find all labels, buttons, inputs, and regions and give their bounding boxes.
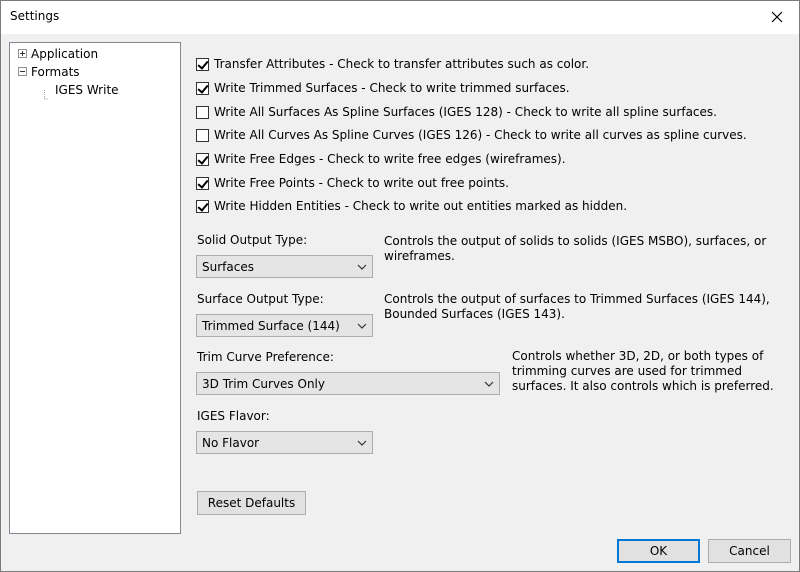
checkbox-free-points[interactable]: Write Free Points - Check to write out f…: [196, 174, 509, 192]
trim-curve-select[interactable]: 3D Trim Curves Only: [196, 372, 500, 395]
solid-output-select[interactable]: Surfaces: [196, 255, 373, 278]
checkbox-hidden-entities[interactable]: Write Hidden Entities - Check to write o…: [196, 197, 627, 215]
checkbox-box[interactable]: [196, 81, 209, 95]
checkbox-box[interactable]: [196, 128, 209, 142]
surface-output-select[interactable]: Trimmed Surface (144): [196, 314, 373, 337]
checkbox-box[interactable]: [196, 105, 209, 119]
tree-item-label: IGES Write: [55, 82, 119, 97]
chevron-down-icon: [352, 432, 372, 453]
tree-item-formats[interactable]: Formats: [18, 63, 80, 80]
checkbox-spline-curves[interactable]: Write All Curves As Spline Curves (IGES …: [196, 126, 747, 144]
trim-curve-description: Controls whether 3D, 2D, or both types o…: [512, 349, 774, 393]
trim-curve-label: Trim Curve Preference:: [197, 350, 334, 364]
checkbox-label: Write Free Points - Check to write out f…: [214, 176, 509, 190]
chevron-down-icon: [352, 315, 372, 336]
surface-output-description: Controls the output of surfaces to Trimm…: [384, 292, 770, 321]
chevron-down-icon: [352, 256, 372, 277]
collapse-icon[interactable]: [18, 67, 27, 76]
select-value: Trimmed Surface (144): [202, 318, 340, 333]
checkbox-free-edges[interactable]: Write Free Edges - Check to write free e…: [196, 150, 566, 168]
solid-output-description: Controls the output of solids to solids …: [384, 234, 767, 263]
select-value: 3D Trim Curves Only: [202, 376, 325, 391]
close-icon: [771, 11, 783, 23]
checkbox-label: Write All Surfaces As Spline Surfaces (I…: [214, 105, 717, 119]
iges-flavor-select[interactable]: No Flavor: [196, 431, 373, 454]
solid-output-label: Solid Output Type:: [197, 233, 308, 247]
title-bar: Settings: [0, 0, 800, 34]
checkbox-label: Write Free Edges - Check to write free e…: [214, 152, 566, 166]
tree-item-label: Formats: [31, 64, 80, 79]
tree-item-iges-write[interactable]: IGES Write: [52, 81, 122, 98]
window-title: Settings: [10, 9, 60, 23]
checkbox-box[interactable]: [196, 57, 209, 71]
close-button[interactable]: [762, 3, 792, 31]
checkbox-box[interactable]: [196, 152, 209, 166]
reset-defaults-button[interactable]: Reset Defaults: [197, 491, 306, 515]
checkbox-label: Write Trimmed Surfaces - Check to write …: [214, 81, 570, 95]
iges-flavor-label: IGES Flavor:: [197, 409, 270, 423]
ok-button[interactable]: OK: [617, 539, 700, 563]
tree-item-label: Application: [31, 46, 99, 61]
chevron-down-icon: [479, 373, 499, 394]
checkbox-label: Write All Curves As Spline Curves (IGES …: [214, 128, 747, 142]
checkbox-box[interactable]: [196, 176, 209, 190]
select-value: Surfaces: [202, 259, 254, 274]
tree-item-application[interactable]: Application: [18, 45, 98, 62]
tree-connector-lines: [44, 90, 48, 100]
surface-output-label: Surface Output Type:: [197, 292, 324, 306]
checkbox-box[interactable]: [196, 199, 209, 213]
checkbox-label: Transfer Attributes - Check to transfer …: [214, 57, 590, 71]
checkbox-write-trimmed-surfaces[interactable]: Write Trimmed Surfaces - Check to write …: [196, 79, 570, 97]
settings-tree[interactable]: Application Formats IGES Write: [9, 42, 181, 534]
select-value: No Flavor: [202, 435, 260, 450]
checkbox-spline-surfaces[interactable]: Write All Surfaces As Spline Surfaces (I…: [196, 103, 717, 121]
expand-icon[interactable]: [18, 49, 27, 58]
checkbox-transfer-attributes[interactable]: Transfer Attributes - Check to transfer …: [196, 55, 589, 73]
checkbox-label: Write Hidden Entities - Check to write o…: [214, 199, 628, 213]
cancel-button[interactable]: Cancel: [708, 539, 791, 563]
